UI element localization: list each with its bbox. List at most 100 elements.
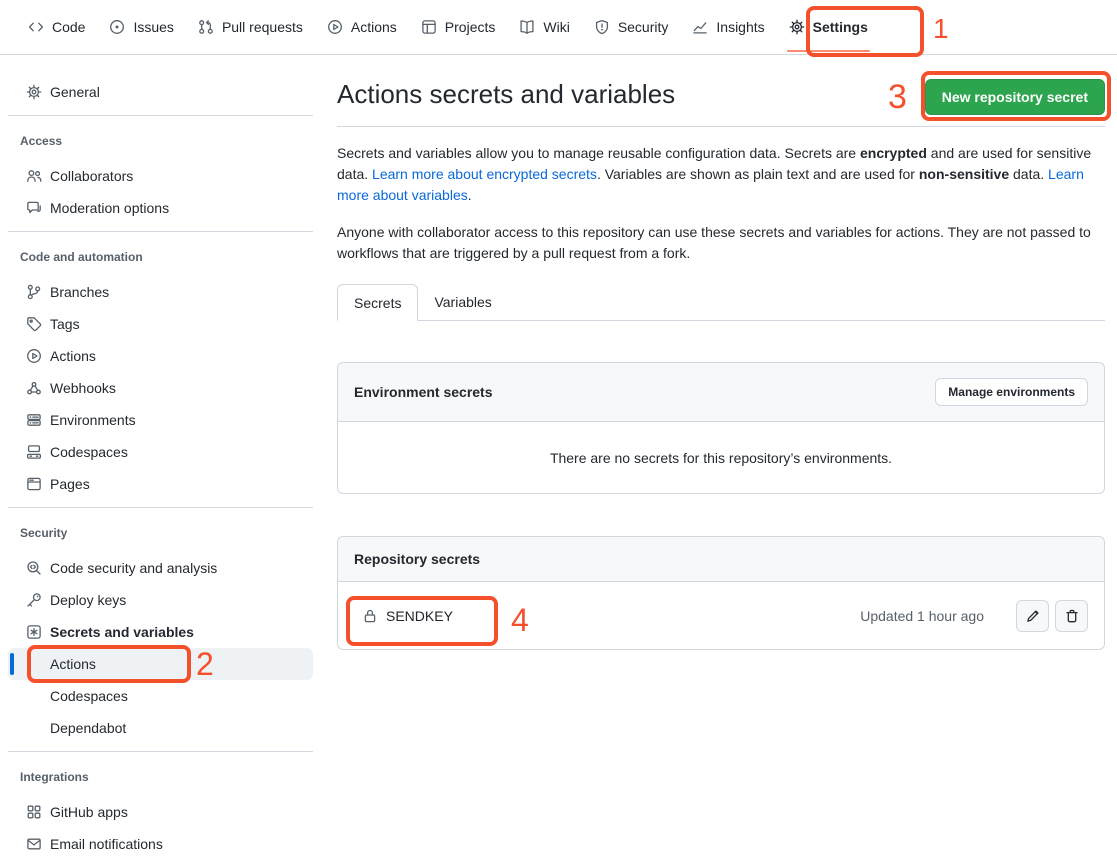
nav-tab-label: Wiki [543, 19, 569, 35]
intro-link-1[interactable]: Learn more about encrypted secrets [372, 166, 597, 182]
main-content: Actions secrets and variables New reposi… [337, 72, 1105, 650]
trash-icon [1064, 608, 1080, 624]
sidebar-item-pages[interactable]: Pages [8, 468, 313, 500]
sidebar-item-label: Branches [50, 284, 109, 300]
secrets-variables-tabnav: SecretsVariables [337, 284, 1105, 321]
nav-tab-issues[interactable]: Issues [101, 12, 181, 42]
secret-updated-timestamp: Updated 1 hour ago [860, 608, 984, 624]
sidebar-divider [8, 751, 313, 752]
nav-tab-security[interactable]: Security [586, 12, 677, 42]
sidebar-item-label: GitHub apps [50, 804, 128, 820]
sidebar-subitem-codespaces[interactable]: Codespaces [8, 680, 313, 712]
sidebar-item-branches[interactable]: Branches [8, 276, 313, 308]
environment-secrets-title: Environment secrets [354, 384, 493, 400]
apps-icon [26, 804, 42, 820]
intro-text: Secrets and variables allow you to manag… [337, 145, 860, 161]
sidebar-subitem-actions[interactable]: Actions [8, 648, 313, 680]
sidebar-section-security: Security [0, 525, 321, 541]
gear-icon [789, 19, 805, 35]
codescan-icon [26, 560, 42, 576]
browser-icon [26, 476, 42, 492]
sidebar-section-access: Access [0, 133, 321, 149]
people-icon [26, 168, 42, 184]
environment-secrets-header: Environment secrets Manage environments [338, 363, 1104, 422]
sidebar-item-environments[interactable]: Environments [8, 404, 313, 436]
code-icon [28, 19, 44, 35]
sidebar-item-tags[interactable]: Tags [8, 308, 313, 340]
tag-icon [26, 316, 42, 332]
manage-environments-button[interactable]: Manage environments [935, 378, 1088, 406]
intro-text: . [468, 187, 472, 203]
shield-icon [594, 19, 610, 35]
nav-tab-pull-requests[interactable]: Pull requests [190, 12, 311, 42]
nav-tab-label: Settings [813, 19, 868, 35]
tab-secrets[interactable]: Secrets [337, 284, 418, 321]
sidebar-item-label: Tags [50, 316, 80, 332]
sidebar-item-label: Deploy keys [50, 592, 126, 608]
sidebar-item-label: Moderation options [50, 200, 169, 216]
sidebar-divider [8, 231, 313, 232]
settings-sidebar: General Access Collaborators Moderation opt… [0, 72, 321, 860]
new-repository-secret-button[interactable]: New repository secret [925, 79, 1105, 115]
server-icon [26, 412, 42, 428]
sidebar-item-label: Code security and analysis [50, 560, 217, 576]
repo-tab-nav: Code Issues Pull requests Actions Projects Wi… [0, 0, 1117, 55]
delete-secret-button[interactable] [1055, 600, 1088, 632]
pencil-icon [1025, 608, 1041, 624]
tab-variables[interactable]: Variables [418, 284, 507, 320]
nav-tab-label: Insights [716, 19, 764, 35]
secret-row: SENDKEYUpdated 1 hour ago [338, 582, 1104, 649]
intro-text: data. [1009, 166, 1048, 182]
repository-secrets-card: Repository secrets SENDKEYUpdated 1 hour… [337, 536, 1105, 650]
nav-tab-label: Issues [133, 19, 173, 35]
nav-tab-label: Projects [445, 19, 496, 35]
intro-paragraph-1: Secrets and variables allow you to manag… [337, 143, 1105, 206]
sidebar-item-collaborators[interactable]: Collaborators [8, 160, 313, 192]
sidebar-item-secrets-and-variables[interactable]: Secrets and variables [8, 616, 313, 648]
repository-secrets-list: SENDKEYUpdated 1 hour ago [338, 582, 1104, 649]
nav-tab-insights[interactable]: Insights [684, 12, 772, 42]
sidebar-section-integrations: Integrations [0, 769, 321, 785]
sidebar-item-label: Actions [50, 348, 96, 364]
sidebar-section-code-and-automation: Code and automation [0, 249, 321, 265]
table-icon [421, 19, 437, 35]
page-head: Actions secrets and variables New reposi… [337, 72, 1105, 127]
sidebar-subitem-label: Codespaces [50, 688, 128, 704]
nav-tab-label: Pull requests [222, 19, 303, 35]
nav-tab-wiki[interactable]: Wiki [511, 12, 577, 42]
git-branch-icon [26, 284, 42, 300]
sidebar-item-deploy-keys[interactable]: Deploy keys [8, 584, 313, 616]
sidebar-item-actions[interactable]: Actions [8, 340, 313, 372]
gear-icon [26, 84, 42, 100]
sidebar-subitem-dependabot[interactable]: Dependabot [8, 712, 313, 744]
play-icon [26, 348, 42, 364]
nav-tab-projects[interactable]: Projects [413, 12, 504, 42]
nav-tab-actions[interactable]: Actions [319, 12, 405, 42]
mail-icon [26, 836, 42, 852]
nav-tab-code[interactable]: Code [20, 12, 93, 42]
key-asterisk-icon [26, 624, 42, 640]
sidebar-item-github-apps[interactable]: GitHub apps [8, 796, 313, 828]
sidebar-item-email-notifications[interactable]: Email notifications [8, 828, 313, 860]
git-pull-request-icon [198, 19, 214, 35]
sidebar-item-moderation-options[interactable]: Moderation options [8, 192, 313, 224]
nav-tab-label: Actions [351, 19, 397, 35]
issue-opened-icon [109, 19, 125, 35]
secret-row-actions: Updated 1 hour ago [860, 600, 1088, 632]
sidebar-item-general[interactable]: General [8, 76, 313, 108]
sidebar-item-webhooks[interactable]: Webhooks [8, 372, 313, 404]
edit-secret-button[interactable] [1016, 600, 1049, 632]
lock-icon [362, 608, 378, 624]
sidebar-item-label: Webhooks [50, 380, 116, 396]
sidebar-item-label: Pages [50, 476, 90, 492]
sidebar-item-label: Codespaces [50, 444, 128, 460]
sidebar-item-codespaces[interactable]: Codespaces [8, 436, 313, 468]
nav-tab-settings[interactable]: Settings [781, 12, 876, 42]
key-icon [26, 592, 42, 608]
sidebar-item-code-security-and-analysis[interactable]: Code security and analysis [8, 552, 313, 584]
book-icon [519, 19, 535, 35]
codespaces-icon [26, 444, 42, 460]
intro-bold-text: non-sensitive [919, 166, 1009, 182]
nav-tab-label: Code [52, 19, 85, 35]
sidebar-subitem-label: Actions [50, 656, 96, 672]
